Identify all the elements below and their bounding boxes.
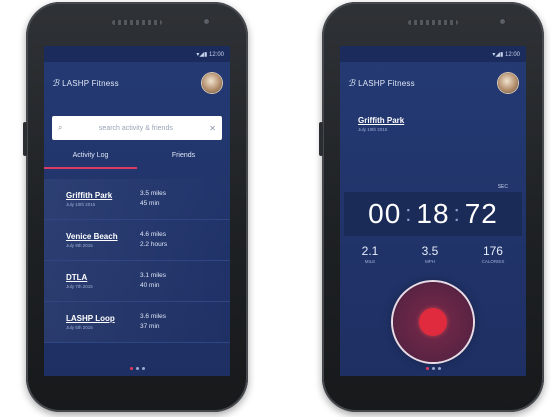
activity-duration: 45 min bbox=[140, 200, 160, 207]
tab-bar: Activity Log Friends bbox=[44, 152, 230, 169]
stat-label: MILE bbox=[364, 259, 376, 264]
phone-left: ▾◢▮ 12:00 ℬ LASHP Fitness ⌕ search activ… bbox=[23, 2, 248, 412]
volume-button bbox=[319, 122, 323, 156]
run-location[interactable]: Griffith Park bbox=[358, 116, 526, 125]
seconds-label: SEC bbox=[497, 184, 508, 190]
run-date: July 10th 2015 bbox=[358, 127, 388, 132]
stat-label: CALORIES bbox=[481, 259, 505, 264]
activity-distance: 4.6 miles bbox=[140, 231, 167, 238]
activity-duration: 37 min bbox=[140, 323, 160, 330]
page-dot[interactable] bbox=[141, 367, 145, 370]
stat-value: 176 bbox=[482, 244, 503, 258]
front-camera bbox=[498, 17, 507, 26]
timer-separator: : bbox=[453, 201, 461, 226]
search-placeholder: search activity & friends bbox=[98, 124, 173, 132]
activity-distance: 3.5 miles bbox=[140, 190, 167, 197]
app-bar: ℬ LASHP Fitness bbox=[44, 62, 230, 104]
page-indicator bbox=[340, 367, 526, 370]
stat-value: 2.1 bbox=[361, 244, 379, 258]
activity-item-lashp-loop[interactable]: LASHP Loop July 5th 2015 3.6 miles 37 mi… bbox=[44, 302, 230, 343]
record-icon bbox=[419, 308, 447, 336]
activity-date: July 10th 2015 bbox=[66, 202, 96, 207]
activity-place[interactable]: LASHP Loop bbox=[66, 314, 140, 323]
status-bar: ▾◢▮ 12:00 bbox=[340, 46, 526, 62]
activity-distance: 3.6 miles bbox=[140, 313, 167, 320]
activity-item-venice-beach[interactable]: Venice Beach July 9th 2015 4.6 miles 2.2… bbox=[44, 220, 230, 261]
activity-item-dtla[interactable]: DTLA July 7th 2015 3.1 miles 40 min bbox=[44, 261, 230, 302]
page-dot[interactable] bbox=[135, 367, 139, 370]
activity-duration: 2.2 hours bbox=[140, 241, 168, 248]
run-timer: 00 : 18 : 72 bbox=[344, 192, 522, 236]
timer-separator: : bbox=[405, 201, 413, 226]
activity-item-griffith-park[interactable]: Griffith Park July 10th 2015 3.5 miles 4… bbox=[44, 179, 230, 220]
page-dot[interactable] bbox=[425, 367, 429, 370]
status-icons: ▾◢▮ 12:00 bbox=[196, 51, 224, 58]
user-avatar[interactable] bbox=[498, 73, 518, 93]
timer-hours: 00 bbox=[368, 198, 402, 229]
phone-right: ▾◢▮ 12:00 ℬ LASHP Fitness Griffith Park … bbox=[319, 2, 544, 412]
activity-place[interactable]: Venice Beach bbox=[66, 232, 140, 241]
app-logo-icon: ℬ bbox=[52, 77, 60, 88]
app-title: LASHP Fitness bbox=[358, 78, 415, 88]
tab-friends[interactable]: Friends bbox=[137, 152, 230, 169]
run-stats: 2.1 MILE 3.5 MPH 176 CALORIES bbox=[340, 244, 526, 264]
clear-icon[interactable]: ✕ bbox=[209, 124, 216, 133]
app-title: LASHP Fitness bbox=[62, 78, 119, 88]
front-camera bbox=[202, 17, 211, 26]
timer-minutes: 18 bbox=[416, 198, 450, 229]
timer-seconds: 72 bbox=[464, 198, 498, 229]
activity-date: July 5th 2015 bbox=[66, 325, 93, 330]
status-bar: ▾◢▮ 12:00 bbox=[44, 46, 230, 62]
app-logo-icon: ℬ bbox=[348, 77, 356, 88]
speaker-grille bbox=[112, 20, 162, 25]
activity-place[interactable]: Griffith Park bbox=[66, 191, 140, 200]
stat-calories: 176 CALORIES bbox=[482, 244, 505, 264]
volume-button bbox=[23, 122, 27, 156]
user-avatar[interactable] bbox=[202, 73, 222, 93]
record-button[interactable] bbox=[393, 282, 473, 362]
activity-log-screen: ▾◢▮ 12:00 ℬ LASHP Fitness ⌕ search activ… bbox=[44, 46, 230, 376]
page-indicator bbox=[44, 367, 230, 370]
activity-distance: 3.1 miles bbox=[140, 272, 167, 279]
run-tracker-screen: ▾◢▮ 12:00 ℬ LASHP Fitness Griffith Park … bbox=[340, 46, 526, 376]
status-icons: ▾◢▮ 12:00 bbox=[492, 51, 520, 58]
activity-date: July 7th 2015 bbox=[66, 284, 93, 289]
stat-miles: 2.1 MILE bbox=[362, 244, 379, 264]
stat-label: MPH bbox=[424, 259, 435, 264]
stat-value: 3.5 bbox=[421, 244, 439, 258]
activity-date: July 9th 2015 bbox=[66, 243, 93, 248]
page-dot[interactable] bbox=[129, 367, 133, 370]
speaker-grille bbox=[408, 20, 458, 25]
stat-mph: 3.5 MPH bbox=[422, 244, 439, 264]
page-dot[interactable] bbox=[431, 367, 435, 370]
app-bar: ℬ LASHP Fitness bbox=[340, 62, 526, 104]
tab-activity-log[interactable]: Activity Log bbox=[44, 152, 137, 169]
activity-list: Griffith Park July 10th 2015 3.5 miles 4… bbox=[44, 179, 230, 343]
activity-duration: 40 min bbox=[140, 282, 160, 289]
activity-place[interactable]: DTLA bbox=[66, 273, 140, 282]
page-dot[interactable] bbox=[437, 367, 441, 370]
search-input[interactable]: ⌕ search activity & friends ✕ bbox=[52, 116, 222, 140]
